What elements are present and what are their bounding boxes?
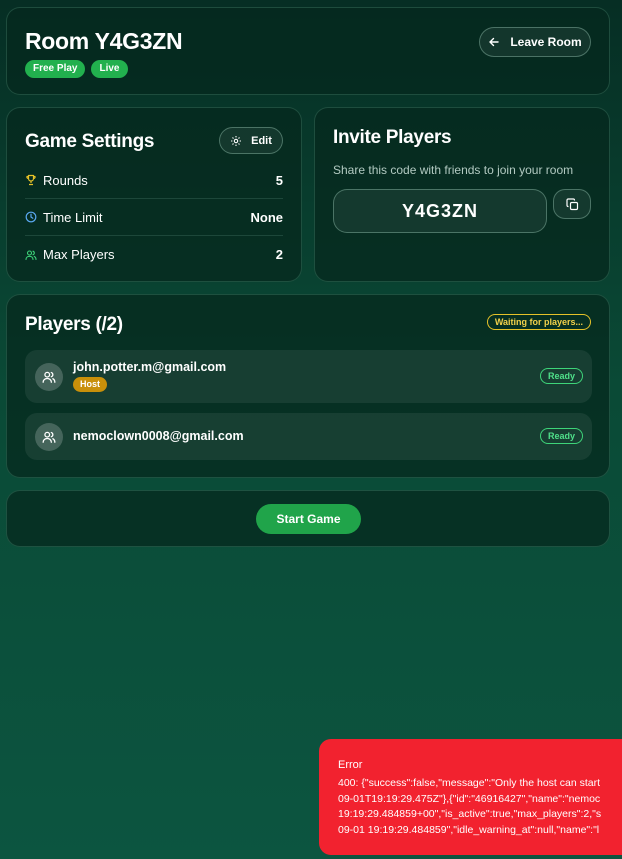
waiting-status-badge: Waiting for players... — [486, 314, 591, 330]
invite-subtitle: Share this code with friends to join you… — [333, 163, 574, 177]
error-title: Error — [338, 759, 363, 771]
player-email: john.potter.m@gmail.com — [73, 360, 227, 374]
player-row: nemoclown0008@gmail.com Ready — [25, 413, 592, 460]
live-badge: Live — [91, 60, 128, 78]
setting-row-time-limit: Time Limit None — [25, 199, 283, 236]
ready-badge: Ready — [539, 428, 583, 444]
room-header: Room Y4G3ZN Free Play Live Leave Room — [6, 7, 610, 95]
avatar — [35, 423, 63, 451]
rounds-value: 5 — [275, 172, 283, 188]
users-icon — [42, 371, 56, 383]
start-game-card: Start Game — [6, 490, 610, 547]
setting-row-rounds: Rounds 5 — [25, 162, 283, 199]
players-card: Players (/2) Waiting for players... john… — [6, 294, 610, 478]
player-row: john.potter.m@gmail.com Host Ready — [25, 350, 592, 403]
copy-icon — [565, 197, 578, 210]
users-icon — [25, 249, 37, 260]
edit-settings-button[interactable]: Edit — [219, 127, 283, 154]
host-badge: Host — [73, 377, 107, 392]
game-settings-title: Game Settings — [25, 131, 155, 152]
clock-icon — [25, 211, 37, 223]
trophy-icon — [26, 174, 36, 186]
copy-code-button[interactable] — [553, 189, 591, 219]
room-badges: Free Play Live — [25, 60, 128, 78]
leave-room-button[interactable]: Leave Room — [479, 27, 591, 57]
gear-icon — [231, 135, 242, 146]
room-title: Room Y4G3ZN — [25, 28, 183, 54]
users-icon — [42, 431, 56, 443]
start-game-button[interactable]: Start Game — [256, 504, 361, 534]
game-settings-card: Game Settings Edit Rounds 5 Time Limit N… — [6, 107, 302, 282]
error-toast[interactable]: Error 400: {"success":false,"message":"O… — [319, 739, 622, 855]
max-players-value: 2 — [275, 247, 283, 262]
edit-label: Edit — [251, 134, 272, 147]
ready-badge: Ready — [539, 368, 583, 384]
rounds-label: Rounds — [43, 172, 88, 188]
arrow-left-icon — [489, 37, 500, 47]
room-code-field[interactable]: Y4G3ZN — [333, 189, 547, 233]
free-play-badge: Free Play — [25, 60, 86, 78]
time-limit-value: None — [250, 209, 284, 225]
player-email: nemoclown0008@gmail.com — [73, 429, 244, 443]
setting-row-max-players: Max Players 2 — [25, 236, 283, 273]
error-message: 400: {"success":false,"message":"Only th… — [338, 777, 602, 836]
invite-players-card: Invite Players Share this code with frie… — [314, 107, 610, 282]
players-title: Players (/2) — [25, 314, 123, 335]
leave-room-label: Leave Room — [510, 35, 582, 49]
avatar — [35, 363, 63, 391]
max-players-label: Max Players — [43, 247, 115, 262]
time-limit-label: Time Limit — [43, 209, 103, 225]
invite-players-title: Invite Players — [333, 127, 452, 148]
